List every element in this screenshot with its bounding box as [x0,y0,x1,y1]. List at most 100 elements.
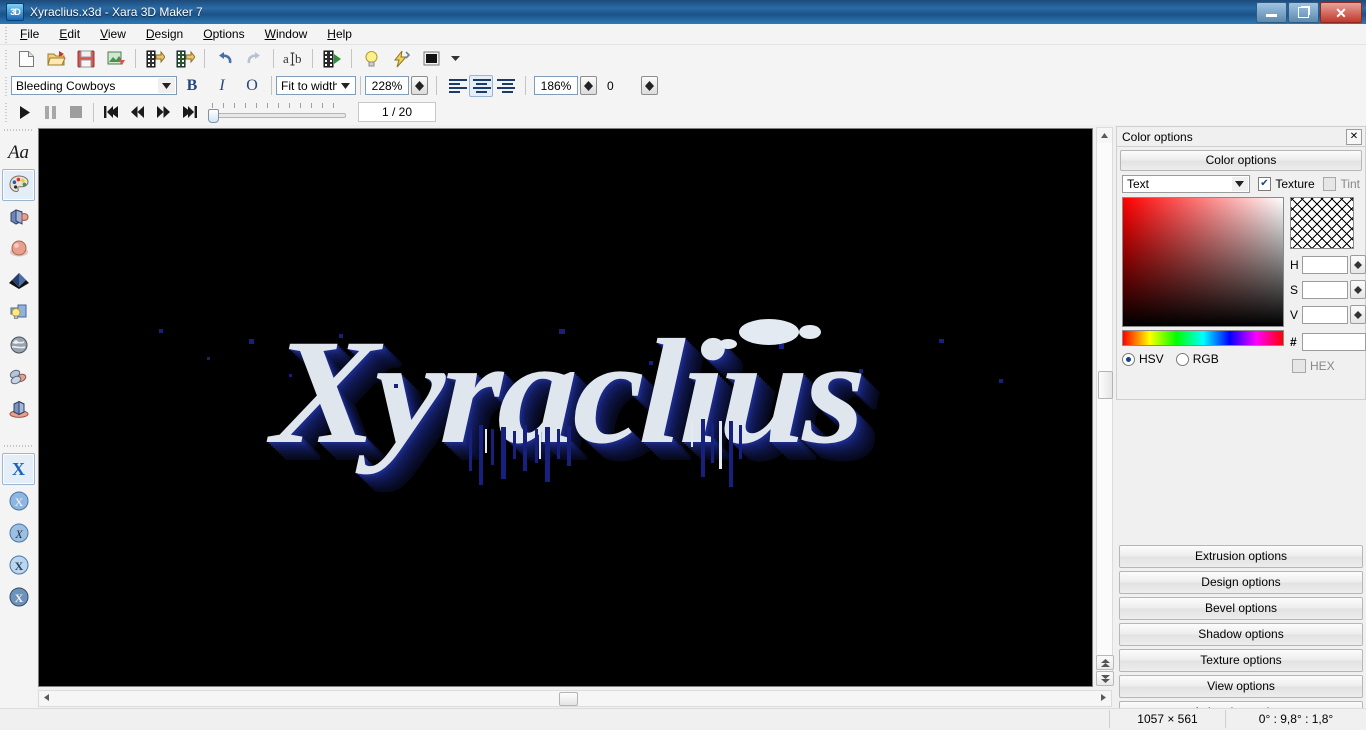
extrusion-tool-button[interactable] [2,201,35,233]
canvas-hscroll-thumb[interactable] [559,692,578,706]
texture-checkbox[interactable]: ✔ [1257,177,1272,191]
canvas-vscroll-track[interactable] [1097,143,1113,658]
minimize-button[interactable] [1256,2,1287,23]
hue-input[interactable] [1302,255,1348,274]
size-input[interactable]: 186% [534,76,578,95]
quick-shading-button[interactable] [387,46,415,72]
text-toolbar-drag-grip[interactable] [3,74,9,97]
rotation-input[interactable]: 0 [603,76,639,95]
size-stepper[interactable] [580,76,597,95]
style-preset-4-button[interactable]: X [2,549,35,581]
zoom-stepper[interactable] [411,76,428,95]
hue-stepper[interactable] [1350,255,1366,274]
saturation-value-field[interactable] [1122,197,1284,327]
new-document-button[interactable] [12,46,40,72]
font-select[interactable]: Bleeding Cowboys [11,76,177,95]
scroll-left-button[interactable] [39,691,54,704]
canvas-vscroll-thumb[interactable] [1098,371,1113,399]
style-preset-5-button[interactable]: X [2,581,35,613]
chevron-down-icon[interactable] [158,78,175,93]
value-stepper[interactable] [1350,305,1366,324]
menu-help[interactable]: Help [317,25,362,43]
shadow-tool-button[interactable] [2,265,35,297]
lighting-button[interactable] [357,46,385,72]
style-preset-3-button[interactable]: X [2,517,35,549]
export-animation-button[interactable] [171,46,199,72]
saturation-input[interactable] [1302,280,1348,299]
bevel-tool-button[interactable] [2,233,35,265]
timeline-slider[interactable] [208,101,348,123]
saturation-stepper[interactable] [1350,280,1366,299]
zoom-input[interactable]: 228% [365,76,409,95]
forward-button[interactable] [150,101,176,123]
canvas-horizontal-scrollbar[interactable] [38,690,1112,707]
timeline-thumb[interactable] [208,109,219,123]
bold-button[interactable]: B [179,74,205,98]
chevron-down-icon[interactable] [1231,177,1248,191]
rgb-radio[interactable] [1175,352,1189,366]
texture-tool-button[interactable] [2,329,35,361]
first-frame-button[interactable] [98,101,124,123]
export-button[interactable] [102,46,130,72]
menu-edit[interactable]: Edit [49,25,90,43]
panel-close-button[interactable]: ✕ [1346,129,1362,145]
redo-button[interactable] [240,46,268,72]
toolbar-drag-grip[interactable] [3,47,9,70]
scroll-right-button[interactable] [1096,691,1111,704]
page-down-button[interactable] [1096,671,1114,686]
tint-checkbox[interactable] [1322,177,1337,191]
hue-slider[interactable] [1122,330,1284,346]
pause-button[interactable] [37,101,63,123]
transparency-preview[interactable] [1290,197,1354,249]
canvas-vertical-scrollbar[interactable] [1096,127,1113,674]
import-animation-button[interactable] [141,46,169,72]
texture-options-button[interactable]: Texture options [1119,649,1363,672]
design-options-button[interactable]: Design options [1119,571,1363,594]
background-dropdown-button[interactable] [447,46,463,72]
hsv-radio[interactable] [1122,352,1135,366]
chevron-down-icon[interactable] [337,78,354,93]
align-right-button[interactable] [493,75,517,97]
menu-window[interactable]: Window [255,25,318,43]
undo-button[interactable] [210,46,238,72]
restore-button[interactable] [1288,2,1319,23]
color-options-header-button[interactable]: Color options [1120,150,1362,171]
animation-toolbar-drag-grip[interactable] [3,101,9,123]
menu-file[interactable]: File [10,25,49,43]
italic-button[interactable]: I [209,74,235,98]
menu-drag-grip[interactable] [2,25,10,43]
rotation-stepper[interactable] [641,76,658,95]
align-center-button[interactable] [469,74,493,97]
lighting-tool-button[interactable] [2,297,35,329]
play-animation-button[interactable] [318,46,346,72]
open-button[interactable] [42,46,70,72]
shadow-options-button[interactable]: Shadow options [1119,623,1363,646]
text-options-button[interactable]: ab [279,46,307,72]
value-input[interactable] [1302,305,1348,324]
align-left-button[interactable] [445,75,469,97]
close-button[interactable]: ✕ [1320,2,1362,23]
timeline-track[interactable] [212,113,346,118]
bevel-options-button[interactable]: Bevel options [1119,597,1363,620]
tool-rail-drag-grip[interactable] [3,127,34,134]
stop-button[interactable] [63,101,89,123]
hex-input[interactable] [1302,333,1366,351]
save-button[interactable] [72,46,100,72]
scroll-up-button[interactable] [1097,128,1112,143]
fit-mode-select[interactable]: Fit to width [276,76,356,95]
view-options-button[interactable]: View options [1119,675,1363,698]
preset-rail-drag-grip[interactable] [3,443,34,450]
menu-options[interactable]: Options [193,25,254,43]
outline-button[interactable]: O [239,74,265,98]
extrusion-options-button[interactable]: Extrusion options [1119,545,1363,568]
style-preset-1-button[interactable]: X [2,453,35,485]
color-target-select[interactable]: Text [1122,175,1250,193]
play-button[interactable] [11,101,37,123]
rewind-button[interactable] [124,101,150,123]
background-color-button[interactable] [417,46,445,72]
hex-checkbox[interactable] [1292,359,1306,373]
artwork-text[interactable]: Xyraclius [39,309,1092,475]
view-tool-button[interactable] [2,393,35,425]
menu-design[interactable]: Design [136,25,193,43]
3d-canvas[interactable]: Xyraclius [38,128,1093,687]
